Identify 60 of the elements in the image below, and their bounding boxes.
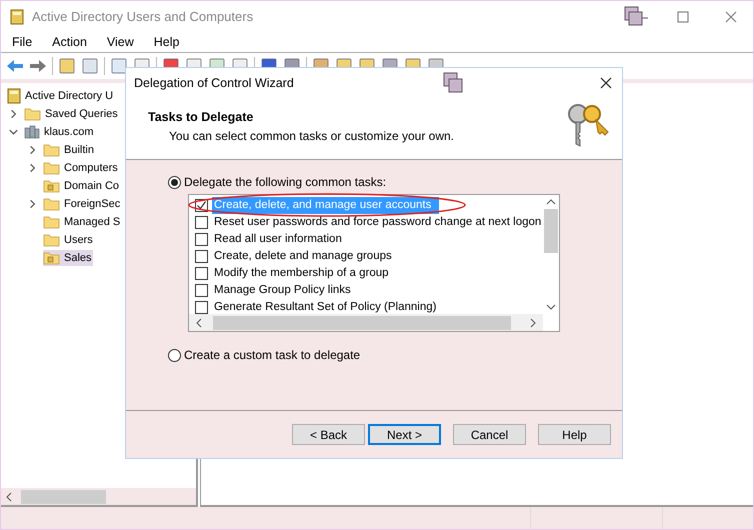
radio-label: Delegate the following common tasks: [184, 174, 386, 191]
wizard-heading: Tasks to Delegate [148, 109, 254, 126]
chevron-left-icon[interactable] [195, 318, 203, 328]
checkmark-icon [196, 200, 207, 211]
window-title: Active Directory Users and Computers [32, 8, 254, 26]
checkbox[interactable] [195, 216, 208, 229]
wizard-button[interactable]: < Back [292, 424, 365, 445]
radio-label: Create a custom task to delegate [184, 347, 360, 364]
back-arrow-icon[interactable] [6, 58, 24, 74]
folder-icon [43, 215, 60, 229]
radio-button[interactable] [168, 348, 181, 362]
horizontal-scrollbar[interactable] [1, 488, 196, 505]
tree-item[interactable]: Sales [43, 250, 93, 266]
tree-item[interactable]: Saved Queries [24, 106, 119, 122]
task-item[interactable]: Manage Group Policy links [212, 282, 353, 300]
chevron-right-icon[interactable] [529, 318, 537, 328]
radio-button[interactable] [168, 176, 181, 188]
book-icon [7, 88, 21, 104]
menu-item[interactable]: File [12, 33, 32, 52]
tree-item[interactable]: ForeignSec [43, 196, 122, 212]
task-item[interactable]: Generate Resultant Set of Policy (Planning) [212, 298, 438, 316]
folder-icon [43, 143, 60, 157]
server-icon [24, 125, 40, 139]
wizard-button[interactable]: Cancel [453, 424, 526, 445]
chevron-left-icon[interactable] [5, 492, 13, 502]
menu-item[interactable]: Help [154, 33, 180, 52]
tree-item[interactable]: klaus.com [24, 124, 95, 140]
wizard-button[interactable]: Next > [368, 424, 441, 445]
tree-item[interactable]: Active Directory U [7, 88, 114, 104]
checkbox[interactable] [195, 284, 208, 297]
dialog-title: Delegation of Control Wizard [134, 74, 294, 92]
close-icon[interactable] [600, 77, 612, 89]
task-item[interactable]: Create, delete and manage groups [212, 248, 394, 266]
folder-document-icon [43, 251, 60, 265]
checkbox[interactable] [195, 267, 208, 280]
task-item[interactable]: Reset user passwords and force password change at next logon [212, 214, 544, 232]
checkbox[interactable] [195, 301, 208, 314]
horizontal-scrollbar[interactable] [189, 314, 543, 331]
tree-item[interactable]: Users [43, 232, 94, 248]
tree-item[interactable]: Computers [43, 160, 119, 176]
folder-icon [24, 107, 41, 121]
folder-icon [43, 197, 60, 211]
maximize-icon[interactable] [677, 11, 689, 23]
keys-icon [566, 102, 610, 148]
menu-item[interactable]: Action [52, 33, 87, 52]
tree-item[interactable]: Domain Co [43, 178, 120, 194]
tree-item[interactable]: Managed S [43, 214, 122, 230]
menu-item[interactable]: View [106, 33, 134, 52]
folder-document-icon [43, 179, 60, 193]
folder-icon [43, 161, 60, 175]
tree-item[interactable]: Builtin [43, 142, 95, 158]
app-icon [10, 9, 24, 25]
checkbox[interactable] [195, 233, 208, 246]
forward-arrow-icon[interactable] [29, 58, 47, 74]
task-item[interactable]: Modify the membership of a group [212, 264, 391, 282]
checkbox[interactable] [195, 250, 208, 263]
task-item[interactable]: Read all user information [212, 230, 344, 248]
wizard-button[interactable]: Help [538, 424, 611, 445]
folder-icon [43, 233, 60, 247]
wizard-subtitle: You can select common tasks or customize your own. [168, 128, 454, 145]
